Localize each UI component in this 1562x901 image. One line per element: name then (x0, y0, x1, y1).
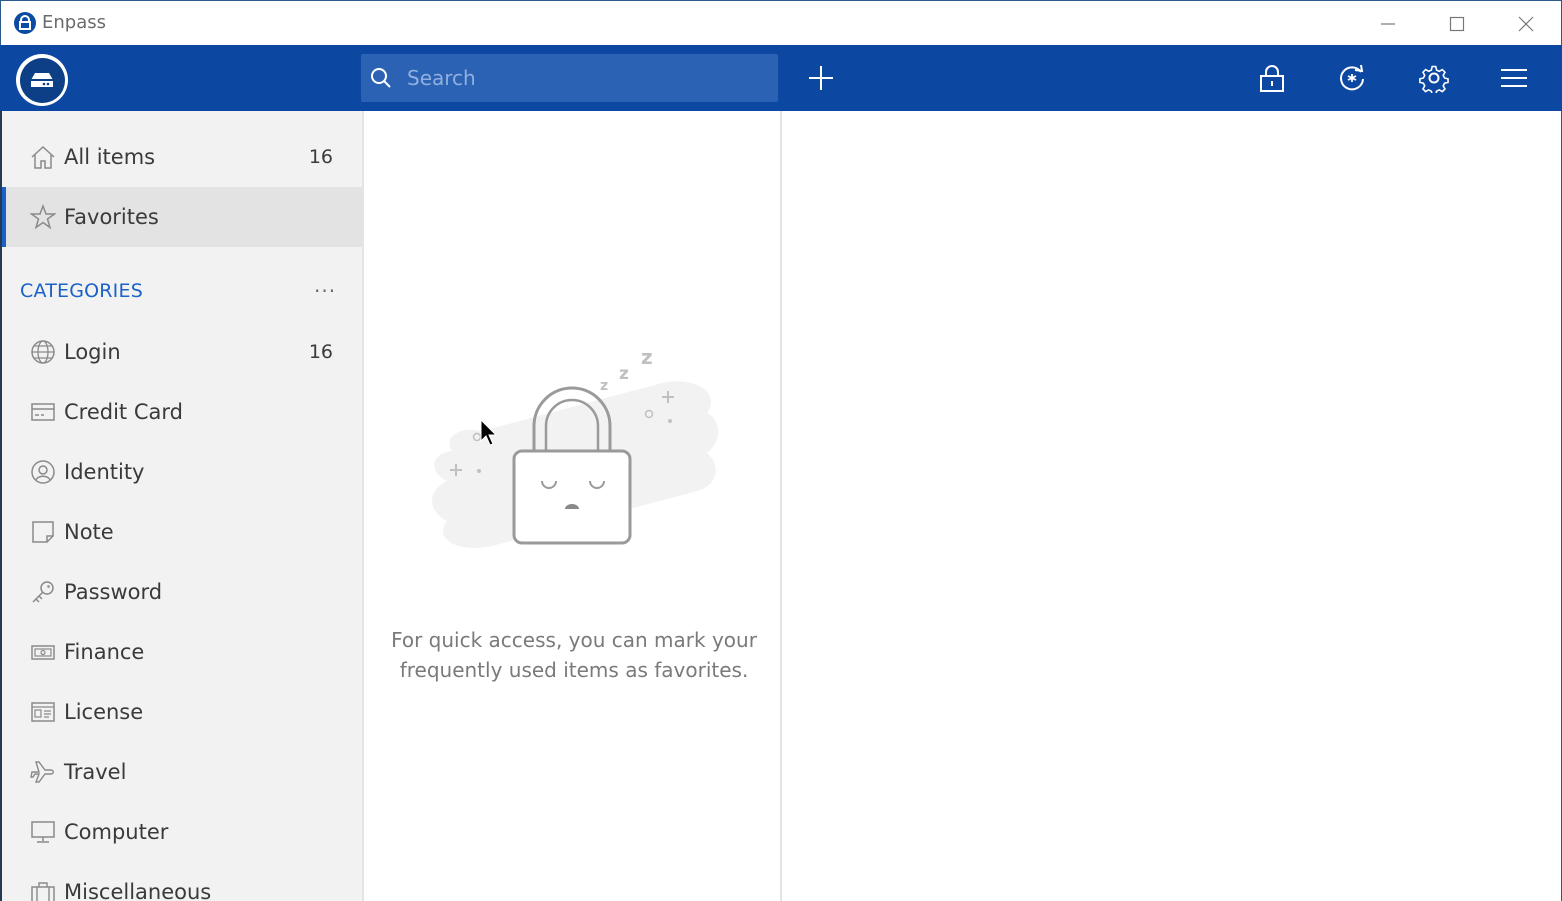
search-box[interactable] (361, 54, 778, 102)
minimize-icon (1381, 22, 1395, 25)
sidebar-item-label: Password (64, 580, 163, 604)
settings-button[interactable] (1417, 61, 1451, 95)
sidebar-item-label: Miscellaneous (64, 880, 212, 901)
menu-icon (1501, 69, 1527, 87)
sidebar-item-travel[interactable]: Travel (2, 742, 362, 802)
svg-text:z: z (600, 378, 608, 394)
toolbar (0, 45, 1562, 111)
vault-icon (19, 57, 65, 103)
maximize-icon (1449, 16, 1465, 31)
sidebar-item-favorites[interactable]: Favorites (2, 187, 362, 247)
sidebar-item-note[interactable]: Note (2, 502, 362, 562)
computer-icon (31, 821, 55, 843)
item-count: 16 (308, 146, 333, 168)
detail-panel (784, 111, 1562, 901)
menu-button[interactable] (1497, 61, 1531, 95)
credit-card-icon (31, 403, 55, 421)
sidebar-item-finance[interactable]: Finance (2, 622, 362, 682)
add-item-button[interactable] (804, 61, 838, 95)
maximize-button[interactable] (1422, 1, 1492, 46)
title-bar: Enpass (0, 0, 1562, 45)
sync-icon (1340, 64, 1364, 91)
enpass-logo-icon (14, 12, 36, 34)
sync-button[interactable] (1335, 61, 1369, 95)
minimize-button[interactable] (1353, 1, 1423, 46)
item-count: 16 (308, 341, 333, 363)
key-icon (32, 581, 54, 603)
sidebar-item-label: Credit Card (64, 400, 183, 424)
svg-text:z: z (641, 345, 653, 369)
categories-more-button[interactable]: ··· (314, 279, 336, 303)
empty-favorites-message: For quick access, you can mark your freq… (391, 628, 757, 682)
note-icon (32, 521, 54, 543)
identity-icon (31, 460, 55, 484)
mouse-cursor-icon (480, 419, 498, 446)
license-icon (31, 702, 55, 722)
sidebar-item-miscellaneous[interactable]: Miscellaneous (2, 862, 362, 901)
sidebar-item-label: Login (64, 340, 121, 364)
sidebar-item-label: Travel (64, 760, 127, 784)
app-title: Enpass (42, 12, 106, 33)
star-icon (30, 204, 56, 230)
sidebar-item-license[interactable]: License (2, 682, 362, 742)
close-icon (1518, 16, 1534, 31)
lock-icon (1260, 65, 1284, 92)
close-button[interactable] (1491, 1, 1561, 46)
sidebar-item-label: License (64, 700, 144, 724)
sidebar-item-computer[interactable]: Computer (2, 802, 362, 862)
add-icon (809, 66, 833, 90)
sidebar-item-all-items[interactable]: All items 16 (2, 127, 362, 187)
lock-button[interactable] (1255, 61, 1289, 95)
sidebar-item-password[interactable]: Password (2, 562, 362, 622)
svg-text:z: z (619, 364, 629, 384)
sidebar-item-label: Favorites (64, 205, 159, 229)
briefcase-icon (31, 882, 55, 901)
sidebar-item-label: Finance (64, 640, 145, 664)
gear-icon (1419, 65, 1449, 93)
search-input[interactable] (407, 54, 767, 102)
categories-header: CATEGORIES (20, 280, 143, 302)
plane-icon (30, 761, 54, 783)
sidebar-item-login[interactable]: Login 16 (2, 322, 362, 382)
sidebar-item-identity[interactable]: Identity (2, 442, 362, 502)
sidebar-item-label: All items (64, 145, 156, 169)
globe-icon (31, 340, 55, 364)
money-icon (31, 645, 55, 660)
search-icon (371, 68, 391, 88)
sidebar-item-credit-card[interactable]: Credit Card (2, 382, 362, 442)
sidebar: All items 16 Favorites CATEGORIES ··· Lo… (0, 111, 362, 901)
sidebar-item-label: Computer (64, 820, 169, 844)
item-list-panel: z z z For quick access, you can mark you… (362, 111, 782, 901)
vault-button[interactable] (16, 54, 68, 106)
home-icon (31, 145, 55, 169)
sidebar-item-label: Identity (64, 460, 145, 484)
sidebar-item-label: Note (64, 520, 114, 544)
sleeping-lock-illustration: z z z (432, 345, 719, 549)
